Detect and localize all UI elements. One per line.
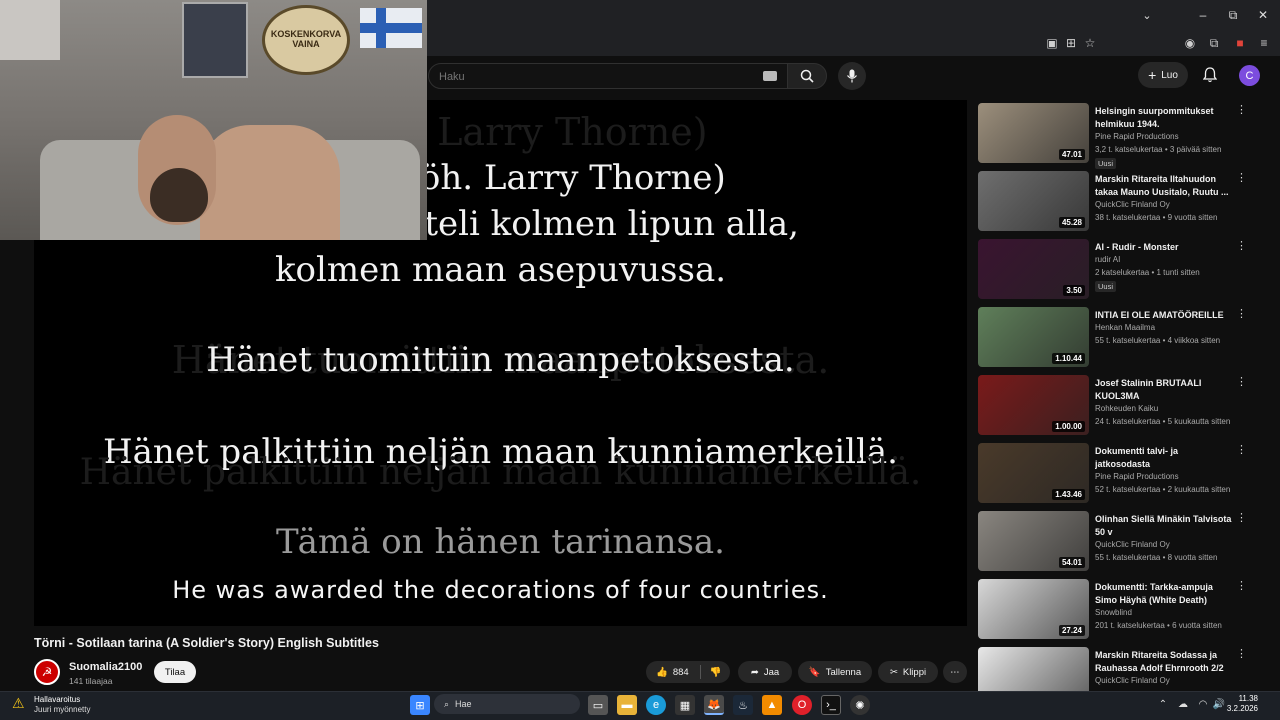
edge-icon[interactable]: e xyxy=(646,695,666,715)
recommendation-item[interactable]: 1.00.00 Josef Stalinin BRUTAALI KUOL3MA Ro… xyxy=(978,375,1258,435)
duration-badge: 27.24 xyxy=(1058,625,1085,636)
taskbar-search[interactable]: ⌕ Hae xyxy=(434,694,580,714)
recommendation-channel[interactable]: Pine Rapid Productions xyxy=(1095,472,1179,481)
more-vertical-icon[interactable]: ⋮ xyxy=(1236,241,1247,255)
new-badge: Uusi xyxy=(1095,281,1117,292)
notice-title[interactable]: Hallavaroitus xyxy=(34,695,80,704)
recommendation-title[interactable]: Marskin Ritareita Iltahuudon takaa Mauno… xyxy=(1095,173,1235,199)
more-vertical-icon[interactable]: ⋮ xyxy=(1236,649,1247,663)
recommendation-meta: 3,2 t. katselukertaa • 3 päivää sitten xyxy=(1095,145,1222,154)
recommendation-item[interactable]: 47.01 Helsingin suurpommitukset helmikuu … xyxy=(978,103,1258,169)
recommendation-title[interactable]: Olinhan Siellä Minäkin Talvisota 50 v xyxy=(1095,513,1235,539)
recommendation-item[interactable]: 45.28 Marskin Ritareita Iltahuudon takaa … xyxy=(978,171,1258,231)
recommendation-channel[interactable]: rudir AI xyxy=(1095,255,1120,264)
recommendation-channel[interactable]: Rohkeuden Kaiku xyxy=(1095,404,1158,413)
video-thumbnail[interactable]: 54.01 xyxy=(978,511,1089,571)
recommendation-title[interactable]: Dokumentti talvi- ja jatkosodasta xyxy=(1095,445,1235,471)
recommendation-item[interactable]: 1.43.46 Dokumentti talvi- ja jatkosodasta… xyxy=(978,443,1258,503)
video-thumbnail[interactable]: 45.28 xyxy=(978,171,1089,231)
recommendation-meta: 55 t. katselukertaa • 8 vuotta sitten xyxy=(1095,553,1218,562)
recommendation-title[interactable]: Marskin Ritareita Sodassa ja Rauhassa Ad… xyxy=(1095,649,1235,675)
video-thumbnail[interactable]: 1.00.00 xyxy=(978,375,1089,435)
recommendation-channel[interactable]: Snowblind xyxy=(1095,608,1132,617)
recommendation-meta: 52 t. katselukertaa • 2 kuukautta sitten xyxy=(1095,485,1231,494)
more-vertical-icon[interactable]: ⋮ xyxy=(1236,581,1247,595)
video-thumbnail[interactable]: 27.24 xyxy=(978,579,1089,639)
recommendation-title[interactable]: INTIA EI OLE AMATÖÖREILLE xyxy=(1095,309,1235,322)
file-explorer-icon[interactable]: ▬ xyxy=(617,695,637,715)
video-thumbnail[interactable] xyxy=(978,647,1089,691)
store-icon[interactable]: ▦ xyxy=(675,695,695,715)
warning-icon[interactable]: ⚠ xyxy=(12,695,28,711)
onedrive-icon[interactable]: ☁ xyxy=(1176,697,1190,711)
tray-chevron-up-icon[interactable]: ⌃ xyxy=(1156,697,1170,711)
recommendation-title[interactable]: Josef Stalinin BRUTAALI KUOL3MA xyxy=(1095,377,1235,403)
recommendation-meta: 24 t. katselukertaa • 5 kuukautta sitten xyxy=(1095,417,1231,426)
recommendation-meta: 55 t. katselukertaa • 4 viikkoa sitten xyxy=(1095,336,1221,345)
recommendation-meta: 201 t. katselukertaa • 6 vuotta sitten xyxy=(1095,621,1222,630)
duration-badge: 45.28 xyxy=(1058,217,1085,228)
clock-time: 11.38 xyxy=(1238,694,1258,703)
recommendation-title[interactable]: AI - Rudir - Monster xyxy=(1095,241,1235,254)
recommendation-channel[interactable]: QuickClic Finland Oy xyxy=(1095,540,1170,549)
opera-icon[interactable]: O xyxy=(792,695,812,715)
more-vertical-icon[interactable]: ⋮ xyxy=(1236,173,1247,187)
terminal-icon[interactable]: ›_ xyxy=(821,695,841,715)
recommendation-title[interactable]: Dokumentti: Tarkka-ampuja Simo Häyhä (Wh… xyxy=(1095,581,1235,607)
recommendation-item[interactable]: 54.01 Olinhan Siellä Minäkin Talvisota 50… xyxy=(978,511,1258,571)
clock[interactable]: 11.38 3.2.2026 xyxy=(1218,694,1258,714)
firefox-icon[interactable]: 🦊 xyxy=(704,695,724,715)
more-vertical-icon[interactable]: ⋮ xyxy=(1236,309,1247,323)
recommendation-meta: 2 katselukertaa • 1 tunti sitten xyxy=(1095,268,1200,277)
duration-badge: 47.01 xyxy=(1058,149,1085,160)
clock-date: 3.2.2026 xyxy=(1226,704,1258,713)
duration-badge: 3.50 xyxy=(1063,285,1085,296)
vlc-icon[interactable]: ▲ xyxy=(762,695,782,715)
duration-badge: 1.00.00 xyxy=(1052,421,1085,432)
recommendation-item[interactable]: 3.50 AI - Rudir - Monster rudir AI 2 katsel… xyxy=(978,239,1258,299)
more-vertical-icon[interactable]: ⋮ xyxy=(1236,445,1247,459)
more-vertical-icon[interactable]: ⋮ xyxy=(1236,105,1247,119)
recommendation-title[interactable]: Helsingin suurpommitukset helmikuu 1944. xyxy=(1095,105,1235,131)
steam-icon[interactable]: ♨ xyxy=(733,695,753,715)
new-badge: Uusi xyxy=(1095,158,1117,169)
search-icon: ⌕ xyxy=(444,698,450,709)
notice-subtitle[interactable]: Juuri myönnetty xyxy=(34,705,90,714)
duration-badge: 54.01 xyxy=(1058,557,1085,568)
video-thumbnail[interactable]: 3.50 xyxy=(978,239,1089,299)
recommendations-list: 47.01 Helsingin suurpommitukset helmikuu … xyxy=(0,0,1280,691)
taskbar-search-label: Hae xyxy=(455,699,472,709)
duration-badge: 1.10.44 xyxy=(1052,353,1085,364)
recommendation-item[interactable]: Marskin Ritareita Sodassa ja Rauhassa Ad… xyxy=(978,647,1258,691)
recommendation-channel[interactable]: QuickClic Finland Oy xyxy=(1095,200,1170,209)
start-windows-icon[interactable]: ⊞ xyxy=(410,695,430,715)
windows-taskbar xyxy=(0,691,1280,720)
more-vertical-icon[interactable]: ⋮ xyxy=(1236,377,1247,391)
video-thumbnail[interactable]: 1.43.46 xyxy=(978,443,1089,503)
more-vertical-icon[interactable]: ⋮ xyxy=(1236,513,1247,527)
recommendation-item[interactable]: 27.24 Dokumentti: Tarkka-ampuja Simo Häyh… xyxy=(978,579,1258,639)
video-thumbnail[interactable]: 47.01 xyxy=(978,103,1089,163)
wifi-icon[interactable]: ◠ xyxy=(1196,697,1210,711)
recommendation-item[interactable]: 1.10.44 INTIA EI OLE AMATÖÖREILLE Henkan M… xyxy=(978,307,1258,367)
recommendation-meta: 38 t. katselukertaa • 9 vuotta sitten xyxy=(1095,213,1218,222)
recommendation-channel[interactable]: QuickClic Finland Oy xyxy=(1095,676,1170,685)
duration-badge: 1.43.46 xyxy=(1052,489,1085,500)
chatgpt-icon[interactable]: ✺ xyxy=(850,695,870,715)
video-thumbnail[interactable]: 1.10.44 xyxy=(978,307,1089,367)
recommendation-channel[interactable]: Henkan Maailma xyxy=(1095,323,1155,332)
recommendation-channel[interactable]: Pine Rapid Productions xyxy=(1095,132,1179,141)
task-view-icon[interactable]: ▭ xyxy=(588,695,608,715)
